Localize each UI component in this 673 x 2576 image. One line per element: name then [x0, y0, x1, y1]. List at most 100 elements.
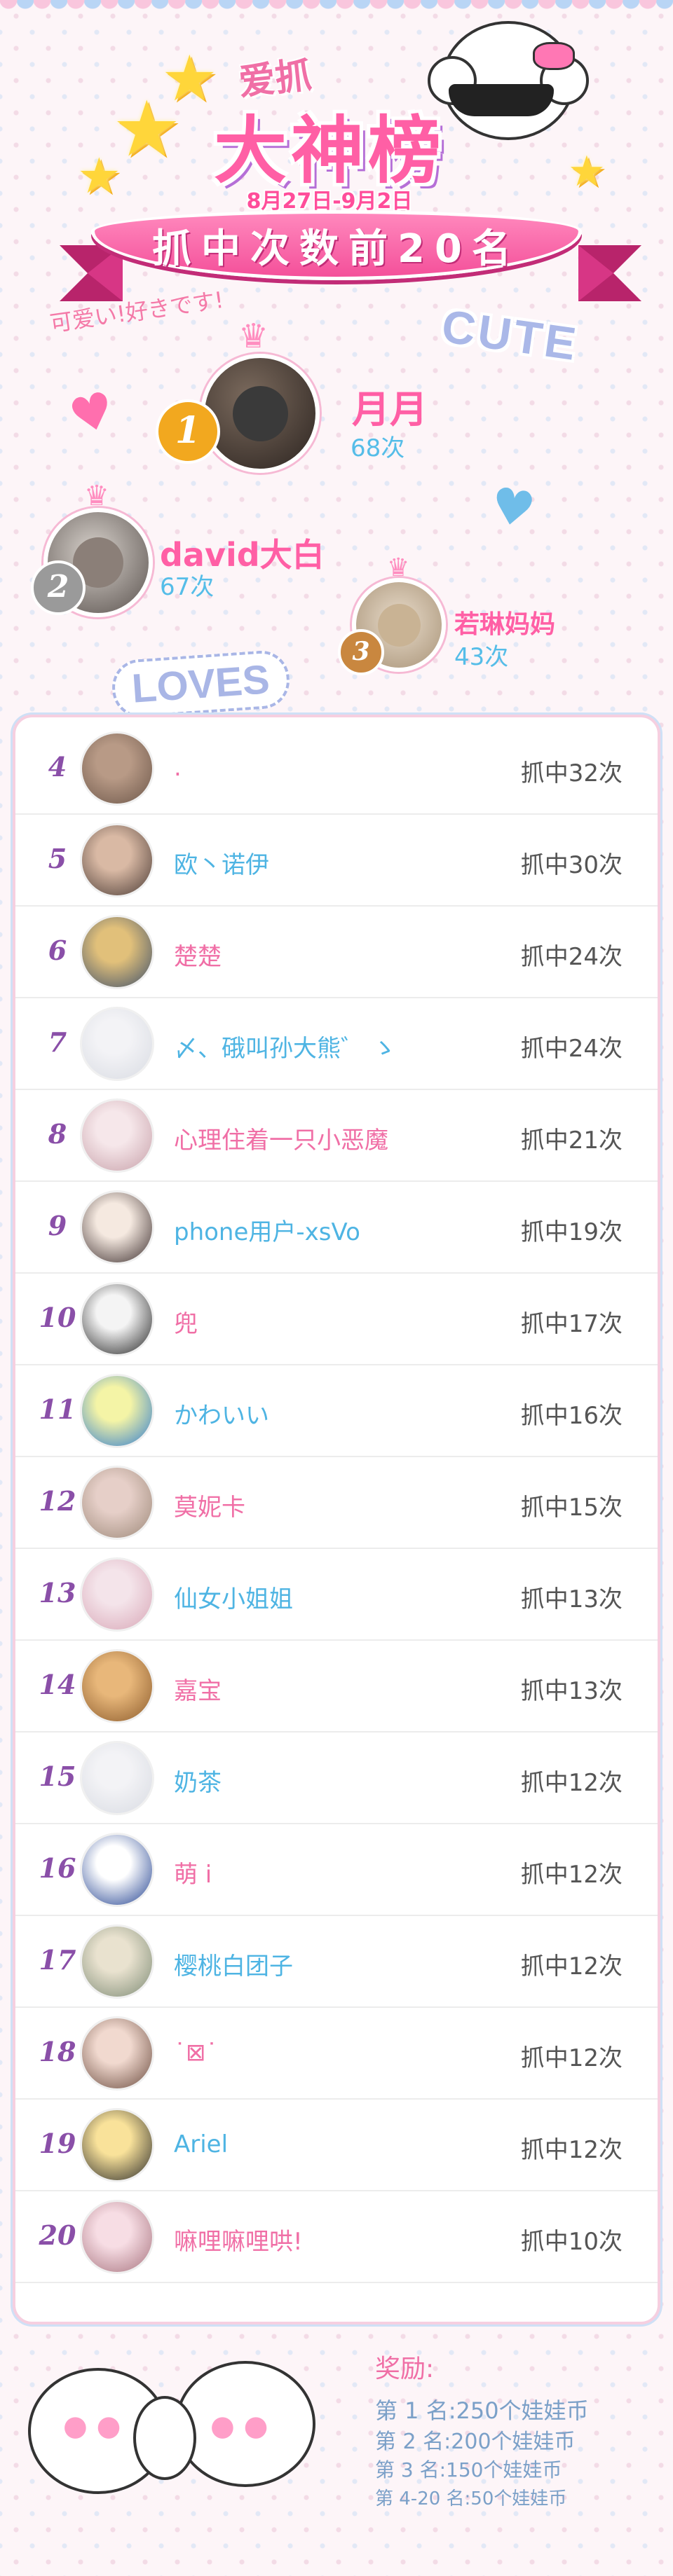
- avatar: [80, 1007, 154, 1081]
- reward-item: 第 4-20 名:50个娃娃币: [375, 2488, 567, 2509]
- loves-sticker: LOVES: [110, 649, 292, 719]
- rank-number: 15: [39, 1761, 76, 1792]
- rank-number: 18: [39, 2036, 76, 2067]
- catch-count: 抓中30次: [520, 851, 623, 879]
- crown-icon: ♛: [238, 317, 269, 356]
- date-range: 8月27日-9月2日: [246, 189, 413, 214]
- avatar: [200, 354, 320, 473]
- avatar-face-shape: [232, 385, 288, 441]
- rank-medal-3: 3: [338, 629, 384, 675]
- heart-icon: ♥: [486, 476, 540, 540]
- avatar: [80, 1649, 154, 1723]
- catch-count: 抓中24次: [520, 1035, 623, 1063]
- rank-number: 17: [39, 1944, 76, 1976]
- catch-count: 抓中12次: [520, 2044, 623, 2072]
- ribbon-subtitle: 抓中次数前20名: [152, 226, 521, 272]
- rank-medal-1: 1: [156, 399, 220, 464]
- user-name: 欧丶诺伊: [174, 851, 269, 879]
- catch-count: 抓中13次: [520, 1677, 623, 1705]
- user-name: かわいい: [174, 1402, 269, 1430]
- list-item: 18 ˙⊠˙ 抓中12次: [15, 2008, 658, 2100]
- catch-count: 抓中13次: [520, 1585, 623, 1613]
- catch-count: 抓中10次: [520, 2228, 623, 2256]
- user-name: 仙女小姐姐: [174, 1585, 293, 1613]
- reward-item: 第 3 名:150个娃娃币: [375, 2458, 562, 2481]
- user-name: Ariel: [174, 2130, 229, 2158]
- medal-rank-text: 2: [47, 569, 69, 605]
- list-item: 8 心理住着一只小恶魔 抓中21次: [15, 1090, 658, 1182]
- catch-count: 抓中12次: [520, 1861, 623, 1889]
- user-name: .: [174, 754, 182, 782]
- list-item: 10 兜 抓中17次: [15, 1274, 658, 1365]
- ribbon-tail-right: [578, 245, 641, 301]
- medal-rank-text: 3: [352, 637, 370, 666]
- user-name: phone用户-xsVo: [174, 1218, 360, 1246]
- catch-count: 抓中15次: [520, 1494, 623, 1522]
- catch-count: 抓中12次: [520, 1952, 623, 1981]
- list-item: 9 phone用户-xsVo 抓中19次: [15, 1182, 658, 1274]
- list-item: 20 嘛哩嘛哩哄! 抓中10次: [15, 2191, 658, 2283]
- blush-icon: ● ●: [63, 2410, 121, 2442]
- avatar: [80, 1833, 154, 1907]
- avatar: [80, 2200, 154, 2274]
- catch-count: 抓中21次: [520, 1127, 623, 1155]
- header-banner: ★ ★ ★ ★ 爱抓 大神榜 8月27日-9月2日 抓中次数前20名 可爱い!好…: [0, 0, 673, 719]
- user-name: 心理住着一只小恶魔: [174, 1127, 388, 1155]
- list-item: 13 仙女小姐姐 抓中13次: [15, 1549, 658, 1641]
- list-item: 16 萌 i 抓中12次: [15, 1824, 658, 1916]
- rank-number: 8: [48, 1118, 67, 1150]
- podium-count-3: 43次: [454, 643, 509, 671]
- reward-item: 第 1 名:250个娃娃币: [375, 2397, 589, 2424]
- avatar: [80, 915, 154, 989]
- list-item: 7 〆、硪叫孙大熊゛ ゝ 抓中24次: [15, 998, 658, 1090]
- rank-number: 16: [39, 1852, 76, 1884]
- podium-name-3: 若琳妈妈: [454, 610, 556, 639]
- avatar: [80, 1374, 154, 1448]
- list-item: 6 楚楚 抓中24次: [15, 907, 658, 998]
- cute-sticker: CUTE: [438, 299, 582, 371]
- avatar-face-shape: [377, 603, 421, 647]
- rank-number: 19: [39, 2128, 76, 2159]
- user-name: 萌 i: [174, 1861, 212, 1889]
- list-item: 4. 抓中32次: [15, 723, 658, 815]
- medal-rank-text: 1: [175, 409, 201, 452]
- heart-icon: ♥: [63, 380, 121, 447]
- catch-count: 抓中17次: [520, 1310, 623, 1338]
- user-name: 莫妮卡: [174, 1494, 245, 1522]
- catch-count: 抓中32次: [520, 759, 623, 787]
- avatar: [80, 1924, 154, 1999]
- rank-number: 6: [48, 935, 67, 966]
- catch-count: 抓中19次: [520, 1218, 623, 1246]
- rank-number: 5: [48, 843, 67, 874]
- blush-icon: ● ●: [210, 2410, 268, 2442]
- podium-count-1: 68次: [351, 434, 405, 462]
- rank-number: 10: [39, 1302, 76, 1333]
- rank-number: 13: [39, 1577, 76, 1609]
- avatar: [80, 1741, 154, 1815]
- catch-count: 抓中12次: [520, 2136, 623, 2164]
- rank-number: 7: [48, 1026, 67, 1058]
- list-item: 19 Ariel 抓中12次: [15, 2100, 658, 2191]
- avatar: [80, 1098, 154, 1173]
- list-item: 5 欧丶诺伊 抓中30次: [15, 815, 658, 907]
- list-item: 15 奶茶 抓中12次: [15, 1733, 658, 1824]
- rank-number: 9: [48, 1210, 67, 1241]
- avatar: [80, 2016, 154, 2091]
- rank-number: 14: [39, 1669, 76, 1700]
- ranking-list: 4. 抓中32次 5 欧丶诺伊 抓中30次 6 楚楚 抓中24次 7 〆、硪叫孙大熊゛ ゝ 抓中24…: [13, 715, 660, 2324]
- bunny-mascot: [133, 2396, 196, 2480]
- list-item: 14 嘉宝 抓中13次: [15, 1641, 658, 1733]
- avatar: [80, 2108, 154, 2182]
- rank-number: 4: [48, 751, 67, 783]
- user-name: ˙⊠˙: [174, 2039, 218, 2067]
- avatar: [80, 1282, 154, 1356]
- user-name: 嘉宝: [174, 1677, 222, 1705]
- star-icon: ★: [77, 147, 121, 205]
- rank-medal-2: 2: [31, 560, 86, 615]
- podium-name-1: 月月: [352, 387, 428, 432]
- avatar: [80, 1190, 154, 1265]
- avatar: [80, 1557, 154, 1632]
- user-name: 〆、硪叫孙大熊゛ ゝ: [174, 1035, 396, 1063]
- list-item: 12 莫妮卡 抓中15次: [15, 1457, 658, 1549]
- rank-number: 20: [39, 2219, 76, 2251]
